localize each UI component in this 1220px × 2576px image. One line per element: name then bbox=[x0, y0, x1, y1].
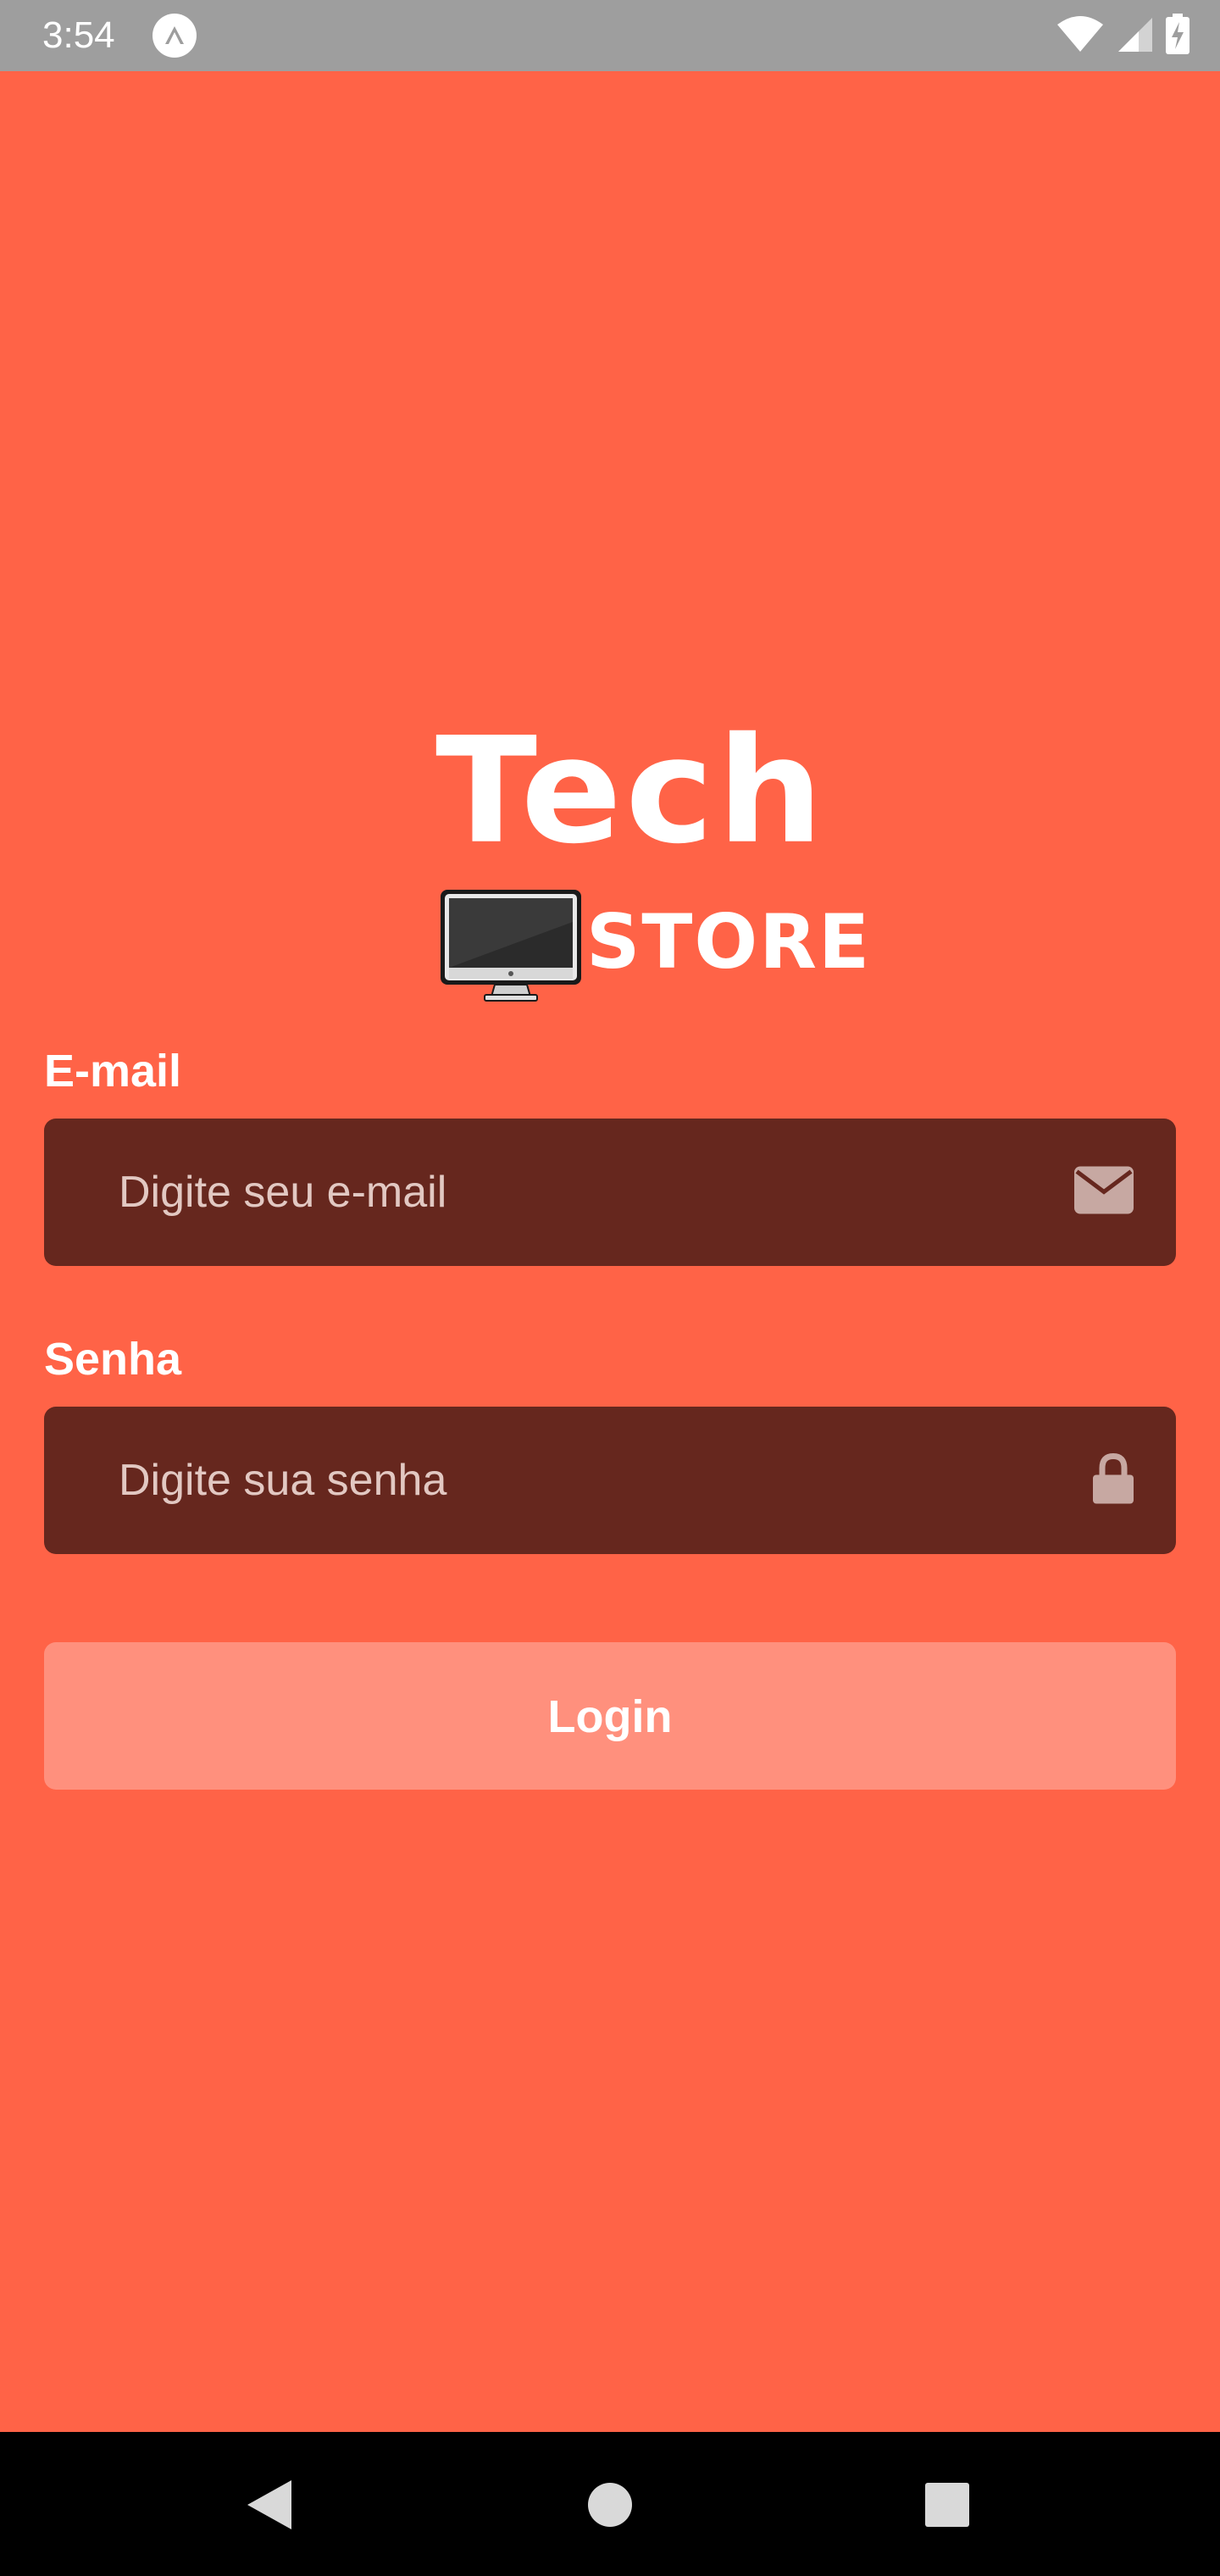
nav-home-button[interactable] bbox=[559, 2456, 661, 2557]
cell-signal-icon bbox=[1117, 14, 1154, 58]
logo-tech-text: Tech bbox=[435, 706, 827, 876]
status-time: 3:54 bbox=[42, 14, 115, 56]
nav-recents-button[interactable] bbox=[896, 2456, 998, 2557]
status-bar: 3:54 bbox=[0, 0, 1220, 71]
login-button[interactable]: Login bbox=[44, 1642, 1176, 1790]
status-icons bbox=[1056, 13, 1190, 58]
envelope-icon bbox=[1074, 1166, 1134, 1219]
recents-square-icon bbox=[925, 2482, 969, 2531]
login-screen: Tech STORE E-mail Senha bbox=[0, 71, 1220, 2432]
password-input-box[interactable] bbox=[44, 1407, 1176, 1554]
tech-store-logo: Tech STORE bbox=[435, 706, 869, 1029]
email-label: E-mail bbox=[44, 1046, 182, 1096]
lock-icon bbox=[1093, 1452, 1134, 1508]
battery-charging-icon bbox=[1166, 13, 1190, 58]
email-input-box[interactable] bbox=[44, 1119, 1176, 1266]
nav-back-button[interactable] bbox=[219, 2456, 320, 2557]
expo-icon bbox=[152, 14, 197, 58]
wifi-icon bbox=[1056, 14, 1105, 58]
home-circle-icon bbox=[586, 2481, 634, 2533]
email-field[interactable] bbox=[44, 1119, 1118, 1266]
password-label: Senha bbox=[44, 1334, 182, 1385]
password-field[interactable] bbox=[44, 1407, 1118, 1554]
logo-store-text: STORE bbox=[586, 898, 872, 985]
back-triangle-icon bbox=[246, 2479, 293, 2535]
computer-monitor-icon bbox=[439, 888, 583, 1003]
system-nav-bar bbox=[0, 2432, 1220, 2576]
